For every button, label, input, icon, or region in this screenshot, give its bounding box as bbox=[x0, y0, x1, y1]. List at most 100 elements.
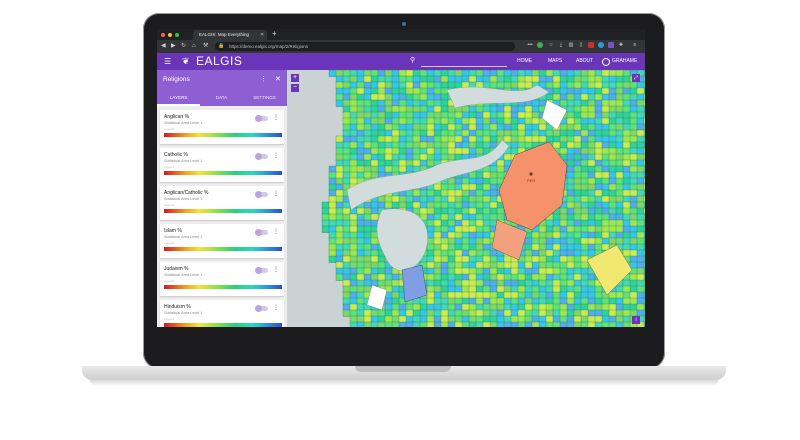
area-polygon[interactable] bbox=[342, 291, 351, 299]
area-polygon[interactable] bbox=[566, 93, 575, 101]
area-polygon[interactable] bbox=[489, 171, 498, 179]
area-polygon[interactable] bbox=[440, 249, 449, 257]
area-polygon[interactable] bbox=[349, 267, 358, 275]
area-polygon[interactable] bbox=[580, 309, 589, 317]
area-polygon[interactable] bbox=[503, 309, 512, 317]
area-polygon[interactable] bbox=[566, 249, 575, 257]
area-polygon[interactable] bbox=[426, 93, 435, 101]
minimize-window-icon[interactable] bbox=[168, 33, 172, 37]
area-polygon[interactable] bbox=[622, 105, 631, 113]
area-polygon[interactable] bbox=[545, 249, 554, 257]
sidebar-toggle-icon[interactable]: ▯ bbox=[578, 42, 584, 48]
area-polygon[interactable] bbox=[461, 177, 470, 185]
area-polygon[interactable] bbox=[370, 70, 379, 77]
area-polygon[interactable] bbox=[622, 279, 631, 287]
area-polygon[interactable] bbox=[335, 81, 344, 89]
area-polygon[interactable] bbox=[426, 207, 435, 215]
area-polygon[interactable] bbox=[489, 105, 498, 113]
area-polygon[interactable] bbox=[531, 285, 540, 293]
area-polygon[interactable] bbox=[419, 135, 428, 143]
area-polygon[interactable] bbox=[636, 195, 645, 203]
area-polygon[interactable] bbox=[482, 219, 491, 227]
area-polygon[interactable] bbox=[384, 309, 393, 317]
area-polygon[interactable] bbox=[580, 195, 589, 203]
area-polygon[interactable] bbox=[636, 207, 645, 215]
area-polygon[interactable] bbox=[440, 123, 449, 131]
area-polygon[interactable] bbox=[398, 123, 407, 131]
area-polygon[interactable] bbox=[489, 261, 498, 269]
area-polygon[interactable] bbox=[482, 123, 491, 131]
area-polygon[interactable] bbox=[524, 255, 533, 263]
area-polygon[interactable] bbox=[510, 285, 519, 293]
area-polygon[interactable] bbox=[489, 201, 498, 209]
area-polygon[interactable] bbox=[524, 75, 533, 83]
area-polygon[interactable] bbox=[587, 75, 596, 83]
area-polygon[interactable] bbox=[475, 141, 484, 149]
area-polygon[interactable] bbox=[482, 297, 491, 305]
area-polygon[interactable] bbox=[468, 225, 477, 233]
area-polygon[interactable] bbox=[426, 273, 435, 281]
area-polygon[interactable] bbox=[370, 315, 379, 323]
area-polygon[interactable] bbox=[377, 117, 386, 125]
area-polygon[interactable] bbox=[629, 141, 638, 149]
area-polygon[interactable] bbox=[552, 93, 561, 101]
area-polygon[interactable] bbox=[335, 135, 344, 143]
area-polygon[interactable] bbox=[594, 303, 603, 311]
area-polygon[interactable] bbox=[363, 87, 372, 95]
layer-more-icon[interactable]: ⋮ bbox=[273, 227, 279, 237]
area-polygon[interactable] bbox=[517, 117, 526, 125]
area-polygon[interactable] bbox=[461, 231, 470, 239]
close-window-icon[interactable] bbox=[161, 33, 165, 37]
area-polygon[interactable] bbox=[363, 255, 372, 263]
zoom-out-button[interactable]: − bbox=[291, 84, 299, 92]
area-polygon[interactable] bbox=[461, 267, 470, 275]
area-polygon[interactable] bbox=[580, 70, 589, 77]
layer-card[interactable]: Anglican/Catholic % Statistical Area Leve… bbox=[160, 186, 284, 220]
area-polygon[interactable] bbox=[363, 117, 372, 125]
area-polygon[interactable] bbox=[489, 267, 498, 275]
area-polygon[interactable] bbox=[580, 141, 589, 149]
area-polygon[interactable] bbox=[615, 303, 624, 311]
area-polygon[interactable] bbox=[608, 195, 617, 203]
area-polygon[interactable] bbox=[636, 105, 645, 113]
sidebar-more-icon[interactable]: ⋮ bbox=[260, 70, 267, 90]
area-polygon[interactable] bbox=[412, 117, 421, 125]
area-polygon[interactable] bbox=[545, 261, 554, 269]
area-polygon[interactable] bbox=[370, 201, 379, 209]
area-polygon[interactable] bbox=[370, 123, 379, 131]
area-polygon[interactable] bbox=[496, 111, 505, 119]
area-polygon[interactable] bbox=[433, 285, 442, 293]
area-polygon[interactable] bbox=[503, 321, 512, 327]
area-polygon[interactable] bbox=[349, 117, 358, 125]
area-polygon[interactable] bbox=[454, 135, 463, 143]
area-polygon[interactable] bbox=[454, 291, 463, 299]
area-polygon[interactable] bbox=[419, 81, 428, 89]
area-polygon[interactable] bbox=[622, 207, 631, 215]
area-polygon[interactable] bbox=[475, 225, 484, 233]
area-polygon[interactable] bbox=[608, 147, 617, 155]
area-polygon[interactable] bbox=[559, 99, 568, 107]
area-polygon[interactable] bbox=[580, 75, 589, 83]
area-polygon[interactable] bbox=[461, 261, 470, 269]
area-polygon[interactable] bbox=[335, 273, 344, 281]
area-polygon[interactable] bbox=[384, 75, 393, 83]
area-polygon[interactable] bbox=[342, 279, 351, 287]
area-polygon[interactable] bbox=[356, 111, 365, 119]
area-polygon[interactable] bbox=[601, 70, 610, 77]
area-polygon[interactable] bbox=[545, 297, 554, 305]
area-polygon[interactable] bbox=[629, 189, 638, 197]
area-polygon[interactable] bbox=[608, 189, 617, 197]
area-polygon[interactable] bbox=[363, 81, 372, 89]
area-polygon[interactable] bbox=[559, 147, 568, 155]
area-polygon[interactable] bbox=[461, 255, 470, 263]
area-polygon[interactable] bbox=[468, 189, 477, 197]
new-tab-icon[interactable]: + bbox=[272, 29, 277, 39]
area-polygon[interactable] bbox=[433, 207, 442, 215]
area-polygon[interactable] bbox=[468, 231, 477, 239]
area-polygon[interactable] bbox=[566, 171, 575, 179]
area-polygon[interactable] bbox=[461, 201, 470, 209]
area-polygon[interactable] bbox=[643, 189, 645, 197]
area-polygon[interactable] bbox=[629, 207, 638, 215]
area-polygon[interactable] bbox=[363, 141, 372, 149]
area-polygon[interactable] bbox=[384, 195, 393, 203]
